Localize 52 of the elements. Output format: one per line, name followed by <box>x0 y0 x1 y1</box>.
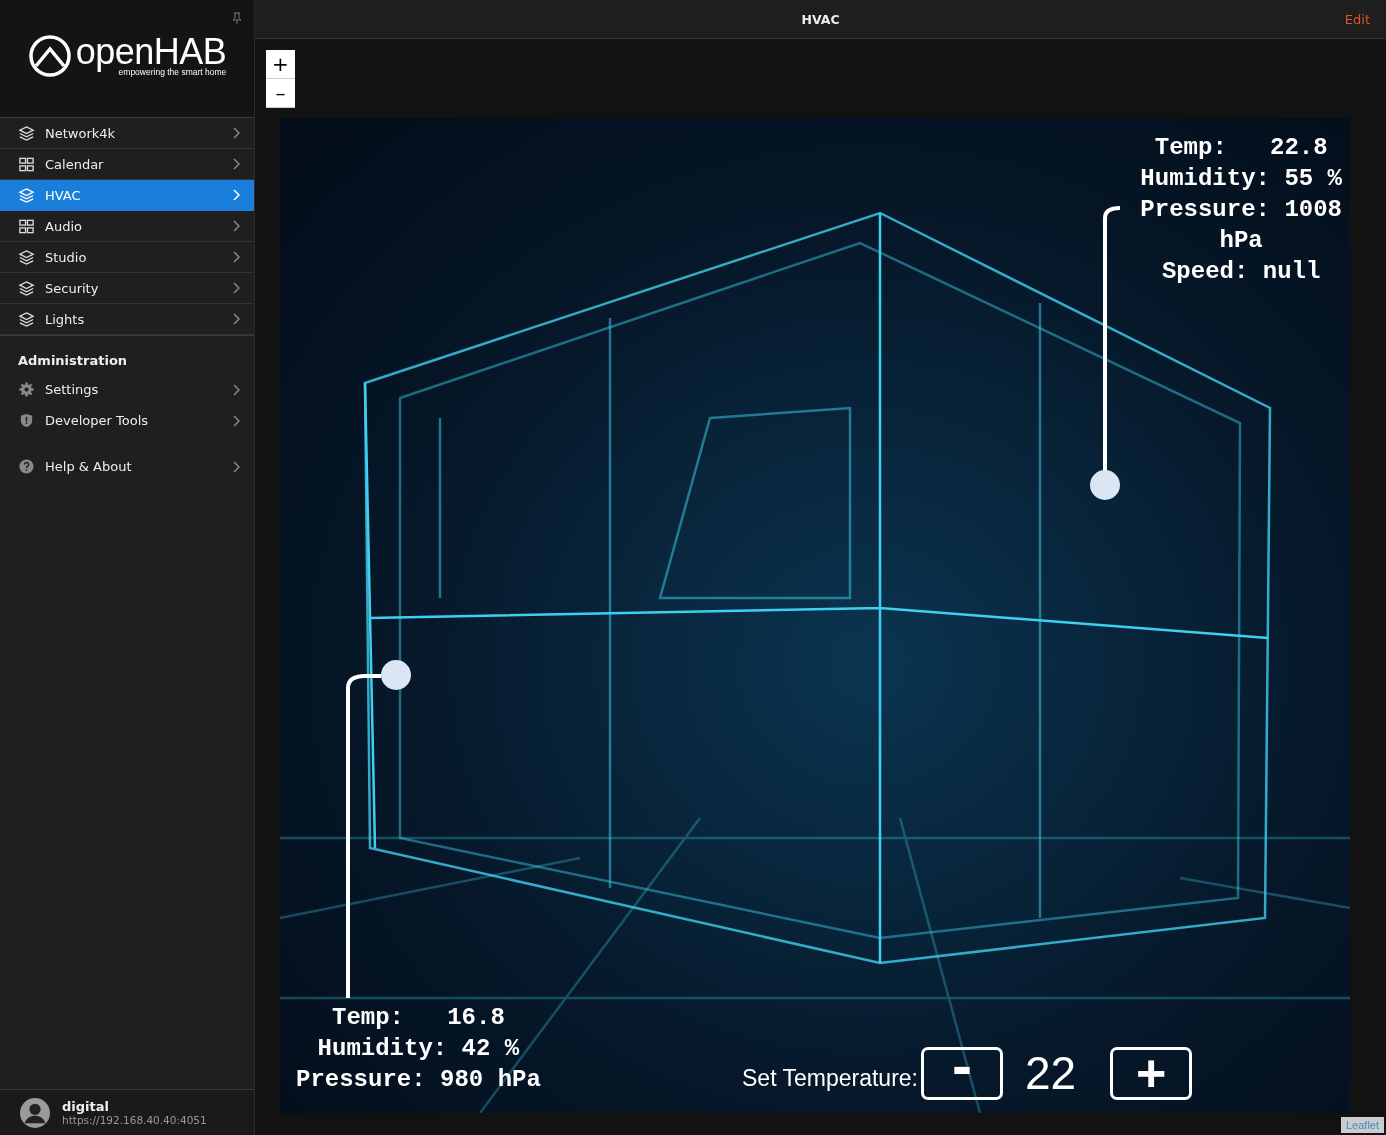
server-url: https://192.168.40.40:4051 <box>62 1114 207 1126</box>
zoom-in-button[interactable]: + <box>266 50 295 79</box>
logo-icon <box>27 33 72 78</box>
chevron-icon <box>232 127 240 139</box>
sidebar-item[interactable]: Audio <box>0 211 254 242</box>
sidebar-item[interactable]: Network4k <box>0 118 254 149</box>
layers-icon <box>18 279 35 297</box>
chevron-icon <box>232 460 240 473</box>
layers-icon <box>18 186 35 204</box>
sensor-reading: Humidity: 42 % <box>317 1034 520 1064</box>
user-name: digital <box>62 1099 110 1114</box>
sidebar-item[interactable]: Developer Tools <box>0 405 254 436</box>
sidebar-item[interactable]: Security <box>0 273 254 304</box>
section-heading: Administration <box>17 352 129 370</box>
sensor-reading: Pressure: 1008 <box>1140 195 1342 225</box>
chevron-icon <box>232 251 240 263</box>
shield-icon <box>18 412 35 429</box>
layers-icon <box>18 310 35 328</box>
sidebar-item[interactable]: Studio <box>0 242 254 273</box>
marker-dot[interactable] <box>381 660 411 690</box>
sidebar-item[interactable]: Help & About <box>0 451 254 482</box>
sidebar-item[interactable]: Settings <box>0 374 254 405</box>
chevron-icon <box>232 220 240 232</box>
grid-icon <box>18 155 35 173</box>
sensor-reading: hPa <box>1219 226 1263 256</box>
setpoint-value: 22 <box>1025 1046 1077 1100</box>
chevron-icon <box>232 414 240 427</box>
layers-icon <box>18 248 35 266</box>
page-title: HVAC <box>801 11 840 27</box>
help-icon <box>18 458 35 475</box>
sensor-reading: Humidity: 55 % <box>1140 164 1342 194</box>
edit-link[interactable]: Edit <box>1344 11 1370 27</box>
chevron-icon <box>232 158 240 170</box>
decrease-button[interactable]: - <box>921 1046 1003 1100</box>
sidebar-item[interactable]: HVAC <box>0 180 254 211</box>
pin-icon[interactable] <box>232 12 242 24</box>
sensor-reading: Temp: 22.8 <box>1154 133 1328 163</box>
marker-dot[interactable] <box>1090 470 1120 500</box>
settings-icon <box>18 381 35 398</box>
sidebar-item[interactable]: Lights <box>0 304 254 335</box>
sensor-reading: Temp: 16.8 <box>332 1003 505 1033</box>
layers-icon <box>18 124 35 142</box>
increase-button[interactable]: + <box>1110 1046 1193 1100</box>
chevron-icon <box>232 282 240 294</box>
chevron-icon <box>232 189 240 201</box>
sensor-reading: Pressure: 980 hPa <box>296 1065 541 1095</box>
sensor-reading: Speed: null <box>1161 257 1321 287</box>
setpoint-label: Set Temperature: <box>742 1064 918 1092</box>
avatar-icon <box>20 1097 50 1128</box>
chevron-icon <box>232 313 240 325</box>
grid-icon <box>18 217 35 235</box>
chevron-icon <box>232 383 240 396</box>
